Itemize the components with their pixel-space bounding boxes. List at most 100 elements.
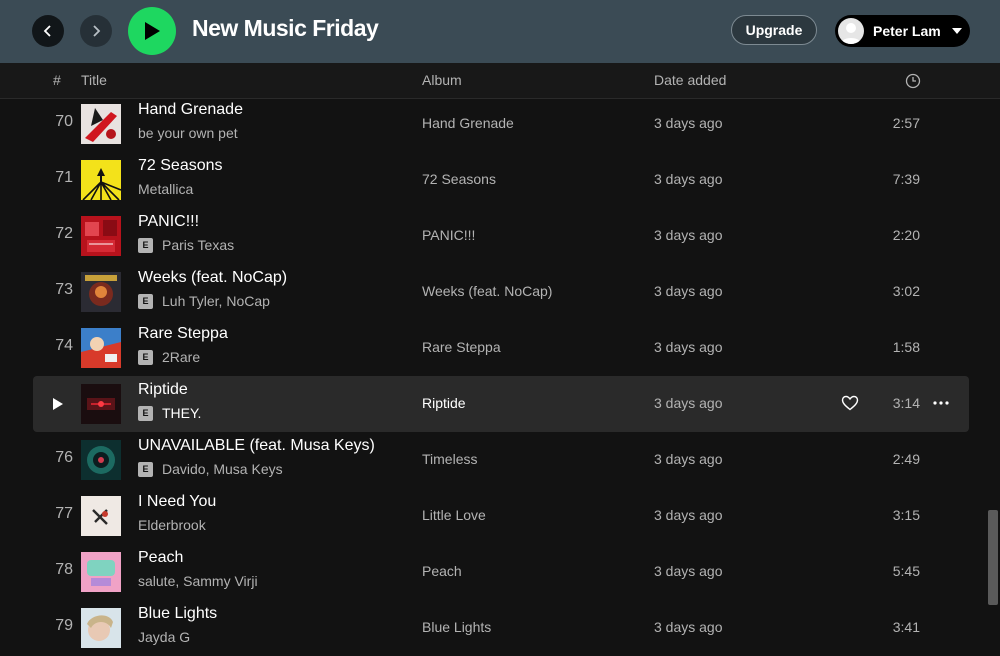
track-artists[interactable]: salute, Sammy Virji bbox=[138, 573, 258, 589]
track-date-added: 3 days ago bbox=[654, 115, 723, 131]
track-date-added: 3 days ago bbox=[654, 507, 723, 523]
track-title[interactable]: Riptide bbox=[138, 381, 188, 399]
track-artists[interactable]: Metallica bbox=[138, 181, 193, 197]
caret-down-icon bbox=[951, 28, 962, 34]
track-artists[interactable]: Elderbrook bbox=[138, 517, 206, 533]
page-title: New Music Friday bbox=[192, 15, 379, 41]
track-number: 78 bbox=[55, 561, 73, 578]
track-title[interactable]: PANIC!!! bbox=[138, 213, 199, 231]
top-bar: New Music Friday Upgrade Peter Lam bbox=[0, 0, 1000, 63]
track-row[interactable]: 78 Peach salute, Sammy Virji Peach 3 day… bbox=[33, 544, 969, 600]
track-title[interactable]: UNAVAILABLE (feat. Musa Keys) bbox=[138, 437, 375, 455]
track-duration: 2:49 bbox=[892, 451, 920, 467]
track-number: 74 bbox=[55, 337, 73, 354]
track-date-added: 3 days ago bbox=[654, 395, 723, 411]
track-number: 77 bbox=[55, 505, 73, 522]
track-duration: 5:45 bbox=[892, 563, 920, 579]
track-album[interactable]: Little Love bbox=[422, 507, 486, 523]
track-duration: 2:20 bbox=[892, 227, 920, 243]
track-row[interactable]: 71 72 Seasons Metallica 72 Seasons 3 day… bbox=[33, 152, 969, 208]
track-row[interactable]: 76 UNAVAILABLE (feat. Musa Keys) E David… bbox=[33, 432, 969, 488]
track-artists[interactable]: be your own pet bbox=[138, 125, 238, 141]
track-artists-line: Jayda G bbox=[138, 629, 190, 645]
album-art bbox=[81, 216, 121, 256]
track-title[interactable]: 72 Seasons bbox=[138, 157, 223, 175]
track-list-header: # Title Album Date added bbox=[0, 63, 1000, 99]
track-date-added: 3 days ago bbox=[654, 563, 723, 579]
track-row[interactable]: 73 Weeks (feat. NoCap) E Luh Tyler, NoCa… bbox=[33, 264, 969, 320]
album-art bbox=[81, 160, 121, 200]
column-date-added[interactable]: Date added bbox=[654, 72, 726, 88]
track-date-added: 3 days ago bbox=[654, 451, 723, 467]
track-date-added: 3 days ago bbox=[654, 227, 723, 243]
track-title[interactable]: Rare Steppa bbox=[138, 325, 228, 343]
track-artists[interactable]: Jayda G bbox=[138, 629, 190, 645]
track-artists-line: E Luh Tyler, NoCap bbox=[138, 293, 270, 309]
column-title[interactable]: Title bbox=[81, 72, 107, 88]
play-playlist-button[interactable] bbox=[128, 7, 176, 55]
user-menu-button[interactable]: Peter Lam bbox=[835, 15, 970, 47]
track-row[interactable]: 70 Hand Grenade be your own pet Hand Gre… bbox=[33, 96, 969, 152]
column-album[interactable]: Album bbox=[422, 72, 462, 88]
track-artists-line: Metallica bbox=[138, 181, 193, 197]
track-date-added: 3 days ago bbox=[654, 283, 723, 299]
track-duration: 7:39 bbox=[892, 171, 920, 187]
track-album[interactable]: Riptide bbox=[422, 395, 466, 411]
track-number: 73 bbox=[55, 281, 73, 298]
track-duration: 3:14 bbox=[892, 395, 920, 411]
track-artists-line: E 2Rare bbox=[138, 349, 200, 365]
track-artists[interactable]: Davido, Musa Keys bbox=[162, 461, 283, 477]
user-name: Peter Lam bbox=[873, 23, 941, 39]
track-row[interactable]: Riptide E THEY. Riptide 3 days ago 3:14 bbox=[33, 376, 969, 432]
album-art bbox=[81, 440, 121, 480]
track-title[interactable]: Weeks (feat. NoCap) bbox=[138, 269, 287, 287]
track-artists-line: E Davido, Musa Keys bbox=[138, 461, 283, 477]
track-row[interactable]: 74 Rare Steppa E 2Rare Rare Steppa 3 day… bbox=[33, 320, 969, 376]
upgrade-button[interactable]: Upgrade bbox=[731, 15, 817, 45]
play-icon[interactable] bbox=[52, 397, 64, 411]
avatar bbox=[838, 18, 864, 44]
album-art bbox=[81, 328, 121, 368]
track-album[interactable]: Weeks (feat. NoCap) bbox=[422, 283, 552, 299]
album-art bbox=[81, 384, 121, 424]
track-title[interactable]: I Need You bbox=[138, 493, 216, 511]
track-album[interactable]: Hand Grenade bbox=[422, 115, 514, 131]
column-index: # bbox=[53, 72, 61, 88]
track-title[interactable]: Hand Grenade bbox=[138, 101, 243, 119]
track-album[interactable]: Timeless bbox=[422, 451, 478, 467]
explicit-badge: E bbox=[138, 237, 153, 253]
track-album[interactable]: Peach bbox=[422, 563, 462, 579]
track-row[interactable]: 79 Blue Lights Jayda G Blue Lights 3 day… bbox=[33, 600, 969, 656]
track-row[interactable]: 72 PANIC!!! E Paris Texas PANIC!!! 3 day… bbox=[33, 208, 969, 264]
album-art bbox=[81, 496, 121, 536]
track-artists[interactable]: Luh Tyler, NoCap bbox=[162, 293, 270, 309]
scrollbar[interactable] bbox=[988, 510, 998, 605]
explicit-badge: E bbox=[138, 349, 153, 365]
track-artists-line: E Paris Texas bbox=[138, 237, 234, 253]
more-options-icon[interactable] bbox=[932, 396, 950, 410]
track-artists[interactable]: Paris Texas bbox=[162, 237, 234, 253]
explicit-badge: E bbox=[138, 405, 153, 421]
track-album[interactable]: Rare Steppa bbox=[422, 339, 501, 355]
track-row[interactable]: 77 I Need You Elderbrook Little Love 3 d… bbox=[33, 488, 969, 544]
track-album[interactable]: PANIC!!! bbox=[422, 227, 475, 243]
track-title[interactable]: Blue Lights bbox=[138, 605, 217, 623]
track-artists-line: E THEY. bbox=[138, 405, 201, 421]
track-artists[interactable]: 2Rare bbox=[162, 349, 200, 365]
track-duration: 3:15 bbox=[892, 507, 920, 523]
track-duration: 1:58 bbox=[892, 339, 920, 355]
explicit-badge: E bbox=[138, 293, 153, 309]
explicit-badge: E bbox=[138, 461, 153, 477]
play-icon bbox=[145, 22, 160, 40]
forward-button[interactable] bbox=[80, 15, 112, 47]
track-artists-line: be your own pet bbox=[138, 125, 238, 141]
album-art bbox=[81, 104, 121, 144]
track-artists[interactable]: THEY. bbox=[162, 405, 201, 421]
track-album[interactable]: 72 Seasons bbox=[422, 171, 496, 187]
track-album[interactable]: Blue Lights bbox=[422, 619, 491, 635]
track-artists-line: salute, Sammy Virji bbox=[138, 573, 258, 589]
back-button[interactable] bbox=[32, 15, 64, 47]
track-title[interactable]: Peach bbox=[138, 549, 183, 567]
clock-icon[interactable] bbox=[905, 73, 921, 89]
track-date-added: 3 days ago bbox=[654, 339, 723, 355]
